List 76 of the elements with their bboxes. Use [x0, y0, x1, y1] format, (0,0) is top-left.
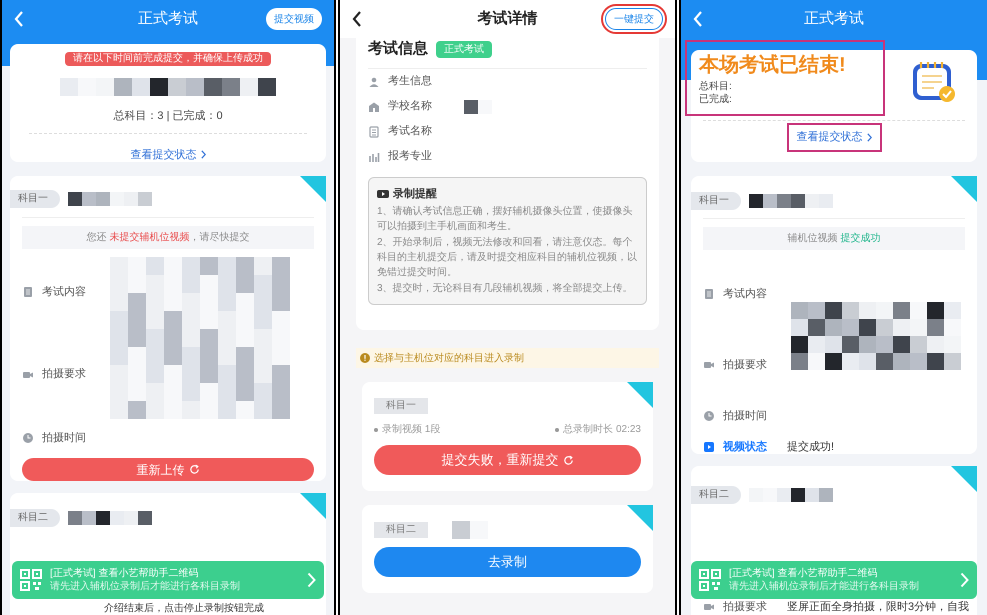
record-button[interactable]: 去录制: [374, 547, 641, 577]
page-title: 正式考试: [803, 8, 865, 29]
notice-text: 辅机位视频 提交成功: [703, 227, 965, 250]
banner-subtitle: 请先进入辅机位录制后才能进行各科目录制: [729, 580, 920, 593]
refresh-icon: [562, 454, 574, 466]
building-icon: [368, 100, 380, 112]
alert-icon: [360, 353, 370, 363]
subject-tag: 科目一: [374, 398, 428, 414]
ended-title: 本场考试已结束!: [699, 53, 847, 78]
page-title: 考试详情: [476, 8, 538, 29]
banner-subtitle: 请先进入辅机位录制后才能进行各科目录制: [50, 580, 241, 593]
status-link[interactable]: 查看提交状态: [126, 146, 210, 163]
count-text: 总科目：3 | 已完成：0: [113, 108, 223, 124]
field-label: 视频状态: [723, 440, 767, 455]
field-label: 拍摄要求: [723, 358, 767, 373]
field-label: 考试内容: [723, 286, 767, 302]
qr-code-icon: [699, 569, 721, 591]
back-icon: [352, 11, 362, 27]
subject-tag: 科目一: [691, 192, 741, 210]
field-label: 拍摄时间: [723, 408, 767, 424]
document-icon: [703, 288, 715, 300]
retry-button[interactable]: 重新上传: [22, 458, 314, 481]
banner-title: [正式考试] 查看小艺帮助手二维码: [50, 567, 200, 580]
field-label: 学校名称: [388, 99, 432, 114]
clock-icon: [703, 410, 715, 422]
subject-tag: 科目二: [10, 509, 60, 527]
notice-text: 您还 未提交辅机位视频，请尽快提交: [22, 226, 314, 250]
back-icon: [693, 11, 703, 27]
subject-tag: 科目二: [691, 486, 741, 504]
total-label: 总科目:: [699, 80, 733, 93]
chevron-right-icon: [866, 132, 872, 142]
document-icon: [22, 286, 34, 298]
tip-text: 选择与主机位对应的科目进入录制: [374, 352, 524, 366]
field-label: 拍摄时间: [42, 430, 86, 446]
pixelated-block: [464, 100, 492, 114]
reminder-text: 3、提交时，无论科目有几段辅机视频，将全部提交上传。: [377, 282, 634, 296]
field-label: 拍摄要求: [42, 367, 86, 382]
done-label: 已完成:: [699, 93, 733, 106]
field-value: 竖屏正面全身拍摄，限时3分钟，自我: [787, 600, 970, 615]
qr-banner[interactable]: [正式考试] 查看小艺帮助手二维码 请先进入辅机位录制后才能进行各科目录制: [12, 561, 324, 599]
pixelated-block: [452, 521, 488, 539]
reminder-text: 2、开始录制后，视频无法修改和回看，请注意仪态。每个科目的主机提交后，请及时提交相应科目的辅机位视频，以免错过提交时间。: [377, 236, 638, 280]
list-icon: [368, 126, 380, 138]
section-title: 考试信息: [368, 38, 428, 59]
back-icon: [14, 11, 24, 27]
recording-stat: 录制视频 1段: [382, 422, 440, 437]
status-link[interactable]: 查看提交状态: [792, 129, 876, 146]
field-value: 提交成功!: [787, 440, 834, 455]
field-label: 考试内容: [42, 284, 86, 300]
field-label: 拍摄要求: [723, 600, 767, 615]
bullet-icon: [555, 428, 560, 432]
banner-title: [正式考试] 查看小艺帮助手二维码: [729, 567, 878, 580]
qr-banner[interactable]: [正式考试] 查看小艺帮助手二维码 请先进入辅机位录制后才能进行各科目录制: [691, 561, 977, 599]
chevron-right-icon: [200, 150, 206, 160]
subject-tag: 科目二: [374, 522, 428, 538]
field-label: 报考专业: [388, 149, 432, 164]
bar-chart-icon: [368, 150, 380, 162]
reminder-text: 1、请确认考试信息正确，摆好辅机摄像头位置，使摄像头可以拍摄到主手机画面和考生。: [377, 204, 634, 234]
bullet-icon: [374, 428, 378, 432]
qr-code-icon: [20, 569, 42, 591]
field-label: 考生信息: [388, 74, 432, 90]
field-label: 考试名称: [388, 124, 432, 140]
page-title: 正式考试: [137, 8, 199, 29]
retry-button[interactable]: 提交失败，重新提交: [374, 445, 641, 475]
subject-tag: 科目一: [10, 190, 60, 208]
exam-type-badge: 正式考试: [436, 40, 492, 58]
person-icon: [368, 76, 380, 88]
chevron-right-icon: [307, 572, 316, 588]
submit-button[interactable]: 提交视频: [266, 8, 322, 30]
chevron-right-icon: [960, 572, 969, 588]
reminder-title: 录制提醒: [393, 186, 437, 202]
exam-description: 介绍结束后，点击停止录制按钮完成: [103, 603, 265, 615]
clock-icon: [22, 432, 34, 444]
recording-stat: 总录制时长 02:23: [563, 422, 641, 437]
refresh-icon: [188, 464, 200, 476]
deadline-tip: 请在以下时间前完成提交，并确保上传成功: [65, 52, 271, 66]
